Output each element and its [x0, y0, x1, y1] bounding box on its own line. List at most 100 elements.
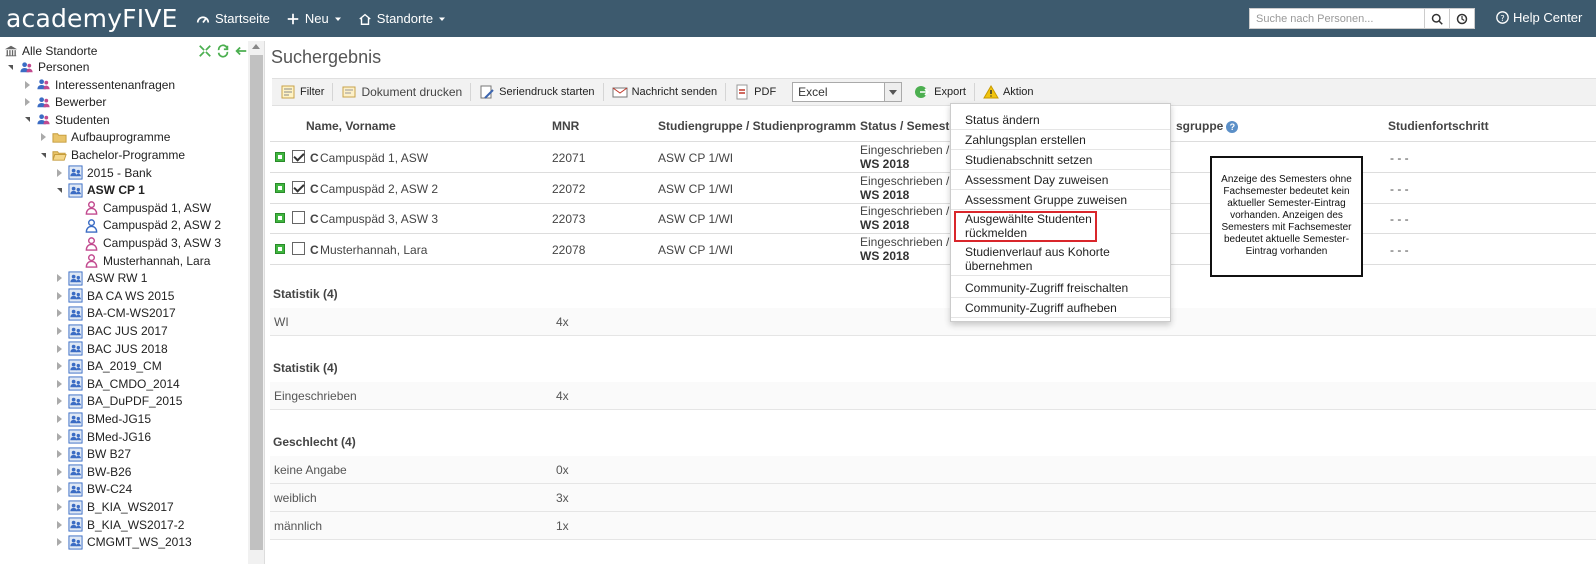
expand-arrow-icon[interactable]	[54, 308, 64, 318]
collapse-arrow-icon[interactable]	[54, 185, 64, 195]
expand-arrow-icon[interactable]	[54, 484, 64, 494]
tree-item[interactable]: BMed-JG15	[54, 410, 151, 428]
table-row[interactable]: C Campuspäd 3, ASW 3 22073 ASW CP 1/WI Einge…	[270, 203, 1596, 234]
expand-arrow-icon[interactable]	[54, 379, 64, 389]
history-button[interactable]	[1450, 8, 1475, 29]
tree-item[interactable]: BA CA WS 2015	[54, 287, 174, 305]
take-course-from-cohort-item[interactable]: Studienverlauf aus Kohorte übernehmen	[951, 243, 1170, 276]
table-row[interactable]: C Campuspäd 1, ASW 22071 ASW CP 1/WI Eingesc…	[270, 142, 1596, 173]
expand-arrow-icon[interactable]	[54, 467, 64, 477]
tree-item[interactable]: CMGMT_WS_2013	[54, 533, 192, 551]
tree-item[interactable]: BAC JUS 2017	[54, 322, 168, 340]
tree-item[interactable]: BW-B26	[54, 463, 131, 481]
expand-arrow-icon[interactable]	[22, 97, 32, 107]
serial-print-button[interactable]: Seriendruck starten	[471, 83, 604, 101]
export-format-select[interactable]: Excel	[792, 82, 903, 102]
nav-standorte[interactable]: Standorte	[358, 11, 446, 26]
tree-item[interactable]: Interessentenanfragen	[22, 76, 175, 94]
chevron-down-icon[interactable]	[884, 83, 902, 101]
expand-arrow-icon[interactable]	[38, 132, 48, 142]
person-search-input[interactable]	[1249, 8, 1425, 29]
set-study-section-item[interactable]: Studienabschnitt setzen	[951, 150, 1170, 170]
expand-arrow-icon[interactable]	[54, 502, 64, 512]
sidebar-scrollbar[interactable]	[248, 41, 264, 564]
expand-arrow-icon[interactable]	[54, 537, 64, 547]
tree-item[interactable]: BA_DuPDF_2015	[54, 392, 182, 410]
tree-item[interactable]: BA_CMDO_2014	[54, 375, 180, 393]
col-mnr[interactable]: MNR	[552, 119, 579, 133]
expand-arrow-icon[interactable]	[22, 80, 32, 90]
action-button[interactable]: Aktion	[975, 83, 1042, 101]
tree-item[interactable]: B_KIA_WS2017-2	[54, 516, 184, 534]
tree-item[interactable]: BA_2019_CM	[54, 357, 162, 375]
tree-item[interactable]: Bachelor-Programme	[38, 146, 185, 164]
expand-arrow-icon[interactable]	[54, 449, 64, 459]
export-button[interactable]: Export	[906, 83, 975, 101]
change-status-item[interactable]: Status ändern	[951, 110, 1170, 130]
table-row[interactable]: C Campuspäd 2, ASW 2 22072 ASW CP 1/WI Einge…	[270, 173, 1596, 204]
nav-startseite[interactable]: Startseite	[196, 11, 270, 26]
revoke-community-access-item[interactable]: Community-Zugriff aufheben	[951, 298, 1170, 318]
refresh-icon[interactable]	[216, 44, 230, 58]
collapse-arrow-icon[interactable]	[5, 62, 15, 72]
row-name[interactable]: Musterhannah, Lara	[320, 243, 427, 257]
assign-assessment-group-item[interactable]: Assessment Gruppe zuweisen	[951, 190, 1170, 210]
assign-assessment-day-item[interactable]: Assessment Day zuweisen	[951, 170, 1170, 190]
row-name[interactable]: Campuspäd 1, ASW	[320, 151, 428, 165]
col-progress[interactable]: Studienfortschritt	[1388, 119, 1489, 133]
re-register-students-item[interactable]: Ausgewählte Studenten rückmelden	[954, 211, 1097, 242]
expand-arrow-icon[interactable]	[54, 520, 64, 530]
tree-item[interactable]: BA-CM-WS2017	[54, 304, 176, 322]
pdf-button[interactable]: PDF	[726, 83, 784, 101]
row-checkbox[interactable]	[292, 211, 305, 224]
expand-arrow-icon[interactable]	[54, 361, 64, 371]
filter-button[interactable]: Filter	[272, 83, 334, 101]
col-name[interactable]: Name, Vorname	[306, 119, 396, 133]
expand-all-icon[interactable]	[198, 44, 212, 58]
col-status[interactable]: Status / Semeste	[860, 119, 956, 133]
tree-item[interactable]: ASW CP 1	[54, 181, 145, 199]
tree-item[interactable]: 2015 - Bank	[54, 164, 152, 182]
row-name[interactable]: Campuspäd 2, ASW 2	[320, 182, 438, 196]
expand-arrow-icon[interactable]	[54, 396, 64, 406]
help-icon[interactable]: ?	[1226, 121, 1239, 133]
row-checkbox[interactable]	[292, 150, 305, 163]
expand-arrow-icon[interactable]	[54, 414, 64, 424]
tree-item[interactable]: Campuspäd 3, ASW 3	[70, 234, 221, 252]
tree-item[interactable]: BMed-JG16	[54, 428, 151, 446]
nav-neu[interactable]: Neu	[286, 11, 342, 26]
tree-item[interactable]: Campuspäd 1, ASW	[70, 199, 211, 217]
collapse-arrow-icon[interactable]	[22, 115, 32, 125]
send-message-button[interactable]: Nachricht senden	[604, 83, 727, 101]
help-center-link[interactable]: ? Help Center	[1496, 10, 1582, 25]
tree-item[interactable]: Aufbauprogramme	[38, 128, 170, 146]
row-checkbox[interactable]	[292, 241, 305, 255]
tree-item[interactable]: Studenten	[22, 111, 110, 129]
tree-item[interactable]: Campuspäd 2, ASW 2	[70, 216, 221, 234]
tree-item[interactable]: Personen	[5, 58, 89, 76]
scroll-up-arrow[interactable]	[252, 44, 260, 49]
expand-arrow-icon[interactable]	[54, 291, 64, 301]
sidebar-scroll-thumb[interactable]	[250, 55, 263, 550]
tree-item[interactable]: B_KIA_WS2017	[54, 498, 174, 516]
collapse-arrow-icon[interactable]	[38, 150, 48, 160]
expand-arrow-icon[interactable]	[54, 168, 64, 178]
tree-item[interactable]: BW-C24	[54, 480, 132, 498]
table-row[interactable]: C Musterhannah, Lara 22078 ASW CP 1/WI Einge…	[270, 234, 1596, 265]
col-sgruppe[interactable]: sgruppe?	[1176, 119, 1239, 133]
expand-arrow-icon[interactable]	[54, 432, 64, 442]
expand-arrow-icon[interactable]	[54, 273, 64, 283]
tree-item[interactable]: ASW RW 1	[54, 269, 147, 287]
arrow-left-icon[interactable]	[234, 44, 248, 58]
col-group[interactable]: Studiengruppe / Studienprogramm	[658, 119, 856, 133]
expand-arrow-icon[interactable]	[54, 344, 64, 354]
expand-arrow-icon[interactable]	[54, 326, 64, 336]
tree-item[interactable]: Musterhannah, Lara	[70, 252, 210, 270]
enable-community-access-item[interactable]: Community-Zugriff freischalten	[951, 278, 1170, 298]
tree-item[interactable]: BAC JUS 2018	[54, 340, 168, 358]
search-button[interactable]	[1425, 8, 1450, 29]
app-logo[interactable]: academyFIVE	[0, 4, 196, 33]
tree-item[interactable]: BW B27	[54, 445, 131, 463]
create-payment-plan-item[interactable]: Zahlungsplan erstellen	[951, 130, 1170, 150]
tree-item[interactable]: Bewerber	[22, 93, 106, 111]
